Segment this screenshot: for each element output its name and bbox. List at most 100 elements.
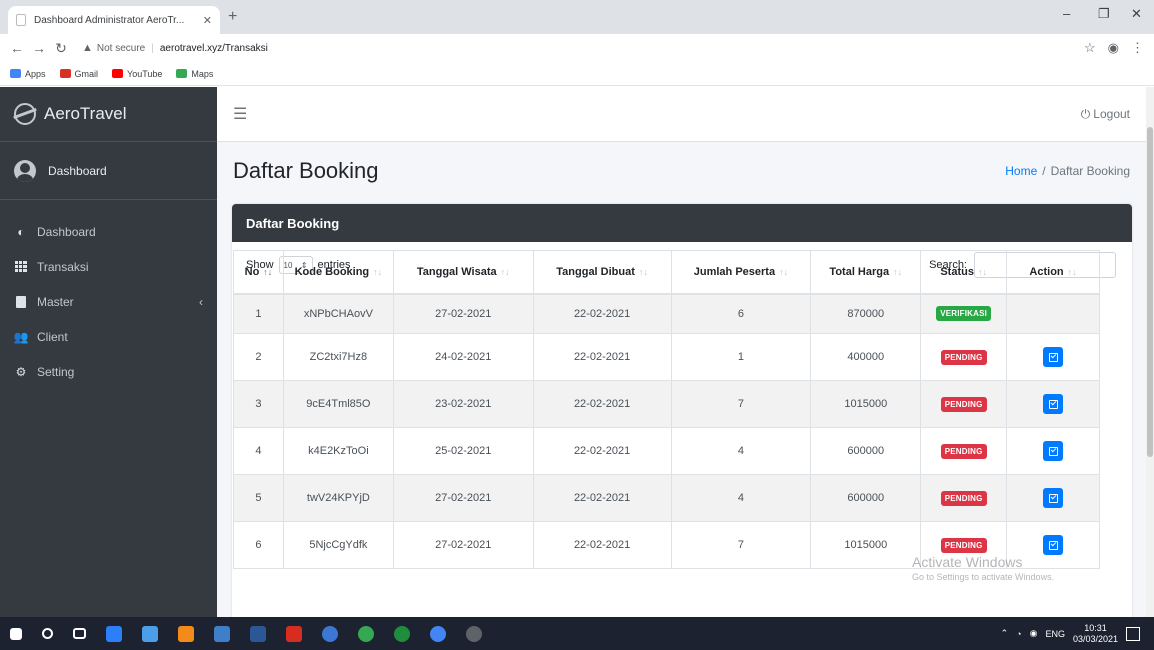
new-tab-button[interactable]: + (228, 8, 237, 26)
col-jumlah-peserta-header[interactable]: Jumlah Peserta ↑↓ (670, 250, 812, 295)
language-indicator[interactable]: ENG (1045, 629, 1065, 639)
status-badge: VERIFIKASI (936, 306, 992, 322)
restore-icon[interactable]: ❐ (1098, 6, 1110, 22)
booking-code-cell: twV24KPYjD (282, 474, 394, 522)
window-close-icon[interactable]: ✕ (1131, 6, 1142, 22)
chrome-icon[interactable] (430, 625, 446, 642)
taskbar-clock[interactable]: 10:31 03/03/2021 (1073, 623, 1118, 645)
table-row: 4 k4E2KzToOi 25-02-2021 22-02-2021 4 600000 PE… (233, 427, 1100, 475)
participant-count-cell: 6 (670, 293, 812, 334)
booking-code-cell: 5NjcCgYdfk (282, 521, 394, 569)
bookmark-star-icon[interactable]: ☆ (1084, 40, 1096, 56)
task-view-icon[interactable] (73, 628, 86, 639)
edit-booking-button[interactable] (1043, 347, 1064, 367)
browser-menu-icon[interactable]: ⋮ (1131, 40, 1144, 56)
user-panel[interactable]: Dashboard (0, 142, 217, 200)
profile-icon[interactable]: ◉ (1108, 40, 1119, 56)
app-icon[interactable] (178, 625, 194, 642)
scrollbar-thumb[interactable] (1147, 127, 1153, 457)
row-number-cell: 1 (233, 293, 284, 334)
network-icon[interactable]: ◔ (1016, 629, 1021, 639)
app-icon[interactable] (322, 625, 338, 642)
search-icon[interactable] (42, 628, 53, 639)
bookmarks-bar: Apps Gmail YouTube Maps (0, 62, 1154, 86)
breadcrumb-home-link[interactable]: Home (1005, 164, 1037, 178)
power-icon: ⏻ (1080, 106, 1091, 121)
notification-icon[interactable] (1126, 626, 1140, 641)
status-badge: PENDING (940, 349, 987, 365)
clock-time: 10:31 (1084, 622, 1107, 633)
file-explorer-icon[interactable] (142, 625, 158, 642)
users-icon: 👥 (13, 329, 29, 344)
page-scrollbar[interactable] (1146, 87, 1154, 617)
hamburger-menu-icon[interactable]: ☰ (233, 104, 247, 124)
back-icon[interactable]: ← (6, 40, 28, 56)
sort-icon: ↑↓ (373, 266, 383, 277)
acrobat-icon[interactable] (286, 625, 302, 642)
sidebar-item-label: Dashboard (37, 224, 96, 239)
sidebar-item-dashboard[interactable]: ◐ Dashboard (0, 214, 217, 249)
row-number-cell: 2 (233, 333, 284, 381)
status-badge: PENDING (940, 537, 987, 553)
status-badge: PENDING (940, 490, 987, 506)
app-icon[interactable] (214, 625, 230, 642)
column-label: Action (1029, 265, 1064, 278)
sidebar-item-client[interactable]: 👥 Client (0, 319, 217, 354)
forward-icon[interactable]: → (28, 40, 50, 56)
column-label: No (244, 265, 260, 278)
avatar (14, 159, 36, 182)
browser-tab[interactable]: Dashboard Administrator AeroTr... ✕ (8, 6, 220, 34)
table-body: 1 xNPbCHAovV 27-02-2021 22-02-2021 6 870000 VE… (233, 293, 1100, 569)
reload-icon[interactable]: ↻ (50, 40, 72, 57)
col-kode-booking-header[interactable]: Kode Booking ↑↓ (282, 250, 394, 295)
sort-icon: ↑↓ (893, 266, 903, 277)
tray-chevron-icon[interactable]: ⌃ (1001, 628, 1009, 639)
sidebar-item-label: Master (37, 294, 74, 309)
participant-count-cell: 1 (670, 333, 812, 381)
volume-icon[interactable]: ◉ (1030, 628, 1038, 639)
brand-link[interactable]: AeroTravel (0, 87, 217, 142)
status-badge: PENDING (940, 443, 987, 459)
close-tab-icon[interactable]: ✕ (203, 14, 212, 27)
sidebar-item-setting[interactable]: ⚙ Setting (0, 354, 217, 389)
chrome-icon[interactable] (358, 625, 374, 642)
participant-count-cell: 7 (670, 521, 812, 569)
edit-booking-button[interactable] (1043, 394, 1064, 414)
col-tanggal-dibuat-header[interactable]: Tanggal Dibuat ↑↓ (532, 250, 672, 295)
edit-booking-button[interactable] (1043, 441, 1064, 461)
app-icon[interactable] (106, 625, 122, 642)
sort-icon: ↑↓ (638, 266, 648, 277)
security-label: Not secure (96, 42, 146, 54)
logout-button[interactable]: ⏻ Logout (1081, 107, 1130, 122)
bookmark-apps[interactable]: Apps (10, 69, 46, 79)
edit-booking-button[interactable] (1043, 535, 1064, 555)
logout-label: Logout (1093, 107, 1130, 121)
sidebar-item-master[interactable]: Master ‹ (0, 284, 217, 319)
col-no-header[interactable]: No ↑↓ (233, 250, 284, 295)
check-square-icon (1048, 352, 1058, 362)
chrome-icon[interactable] (466, 625, 482, 642)
edit-booking-button[interactable] (1043, 488, 1064, 508)
chevron-left-icon[interactable]: ‹ (199, 295, 203, 309)
col-tanggal-wisata-header[interactable]: Tanggal Wisata ↑↓ (392, 250, 534, 295)
col-total-harga-header[interactable]: Total Harga ↑↓ (810, 250, 922, 295)
total-price-cell: 600000 (810, 474, 922, 522)
omnibox[interactable]: ▲ Not secure | aerotravel.xyz/Transaksi (82, 37, 1074, 59)
sidebar-menu: ◐ Dashboard Transaksi Master ‹ 👥 Client … (0, 200, 217, 389)
tour-date-cell: 27-02-2021 (392, 474, 534, 522)
bookmark-gmail[interactable]: Gmail (59, 69, 98, 79)
col-status-header[interactable]: Status ↑↓ (920, 250, 1008, 295)
row-number-cell: 4 (233, 427, 284, 475)
col-action-header[interactable]: Action ↑↓ (1006, 250, 1100, 295)
windows-start-icon[interactable] (10, 627, 22, 640)
bookmark-label: YouTube (127, 68, 163, 79)
word-icon[interactable] (250, 625, 266, 642)
bookmark-youtube[interactable]: YouTube (112, 69, 162, 79)
bookmark-maps[interactable]: Maps (176, 69, 213, 79)
minimize-icon[interactable]: ‒ (1063, 6, 1070, 21)
sort-icon: ↑↓ (977, 266, 987, 277)
booking-code-cell: k4E2KzToOi (282, 427, 394, 475)
column-label: Status (940, 265, 974, 278)
sidebar-item-transaksi[interactable]: Transaksi (0, 249, 217, 284)
chrome-icon[interactable] (394, 625, 410, 642)
